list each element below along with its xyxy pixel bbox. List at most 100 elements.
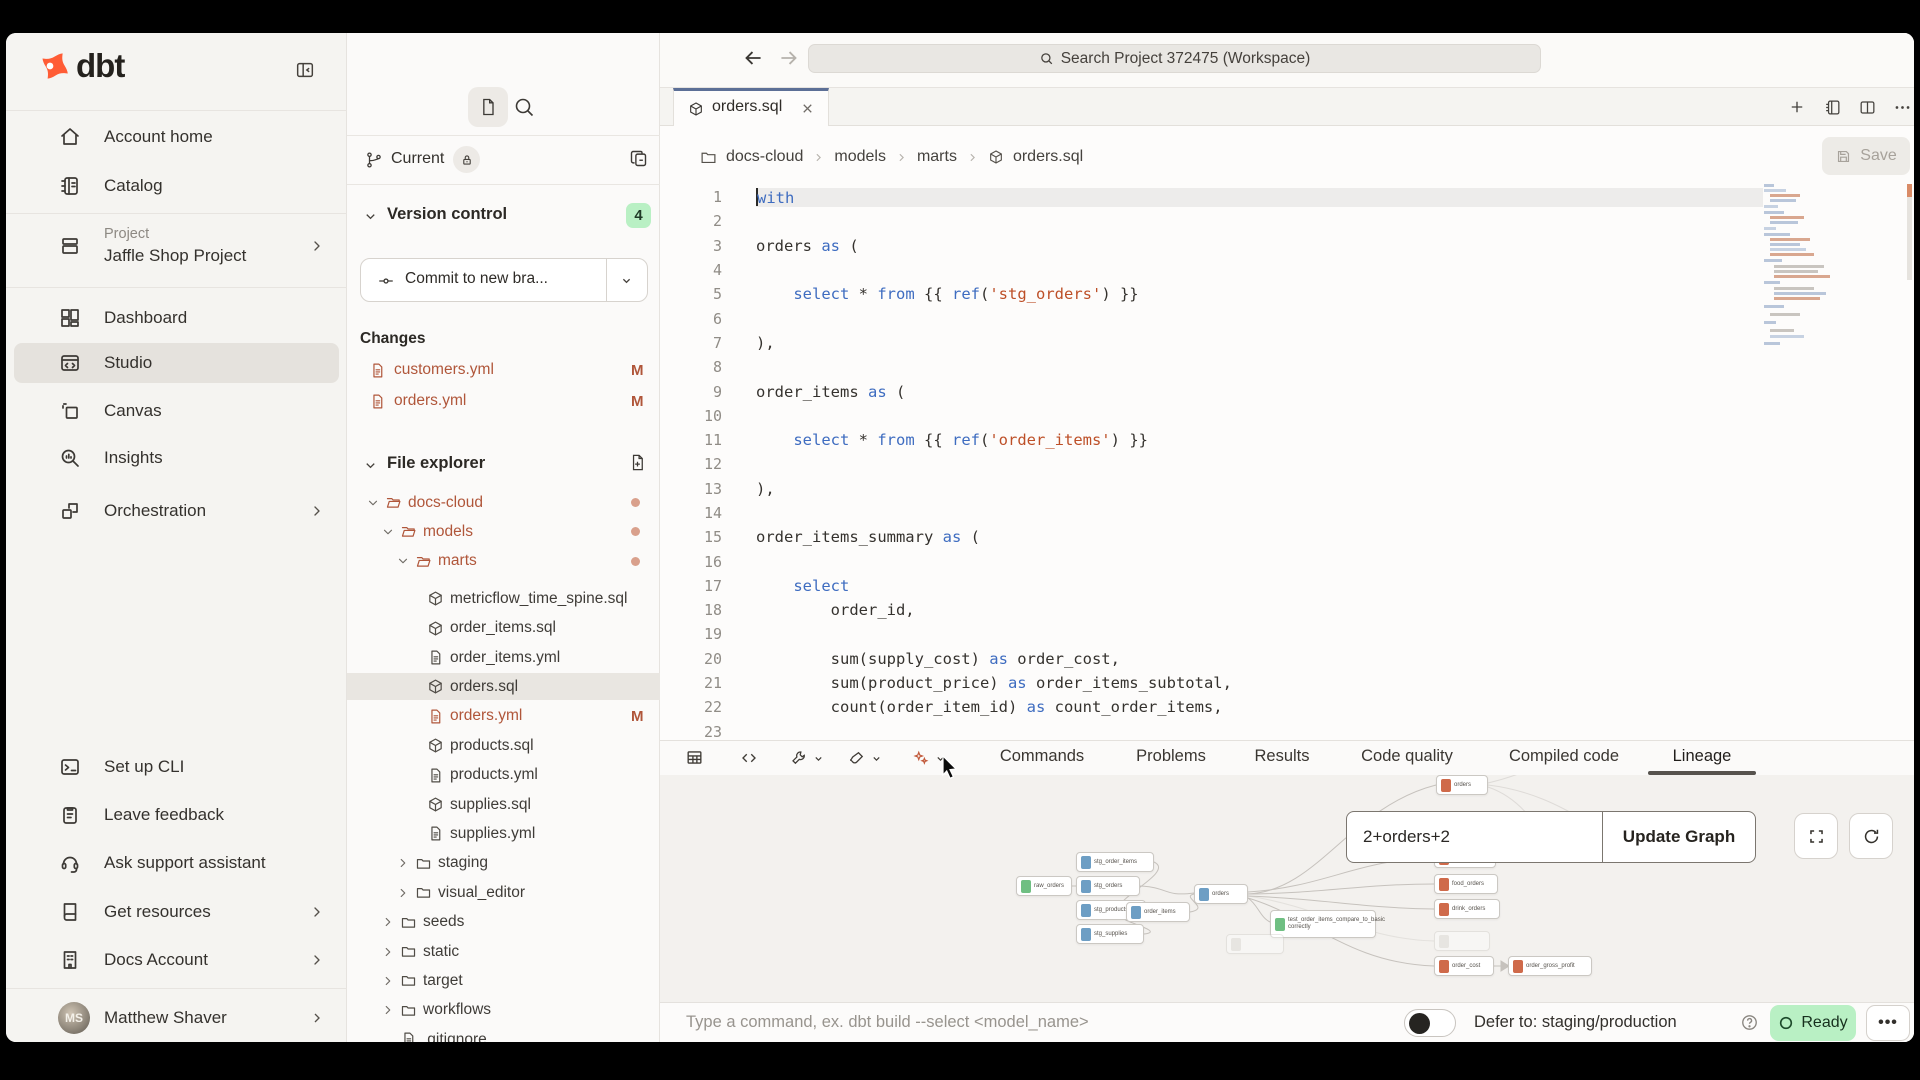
breadcrumb-item[interactable]: marts	[917, 148, 957, 166]
code-line-22[interactable]: 22 count(order_item_id) as count_order_i…	[660, 695, 1914, 719]
sidebar-item-get-resources[interactable]: Get resources	[6, 892, 347, 932]
chevron-right-icon[interactable]	[381, 1003, 395, 1017]
tree-item-order_items.sql[interactable]: order_items.sql	[347, 615, 660, 642]
sparkles-caret-icon[interactable]	[934, 752, 947, 765]
bottom-tab-code-quality[interactable]: Code quality	[1361, 747, 1453, 766]
commit-options-caret-icon[interactable]	[619, 273, 634, 288]
lineage-node-orders_top[interactable]: orders	[1436, 775, 1488, 795]
tree-item-static[interactable]: static	[347, 938, 660, 965]
code-line-14[interactable]: 14	[660, 501, 1914, 525]
code-line-23[interactable]: 23	[660, 720, 1914, 741]
code-line-16[interactable]: 16	[660, 549, 1914, 573]
code-line-6[interactable]: 6	[660, 306, 1914, 330]
lineage-node-order_items[interactable]: order_items	[1126, 902, 1190, 922]
tree-item-marts[interactable]: marts	[347, 548, 660, 575]
tree-item-products.yml[interactable]: products.yml	[347, 762, 660, 789]
code-line-18[interactable]: 18 order_id,	[660, 598, 1914, 622]
wrench-caret-icon[interactable]	[812, 752, 825, 765]
bottom-tab-results[interactable]: Results	[1254, 747, 1309, 766]
minimap[interactable]	[1764, 184, 1860, 362]
chevron-down-icon[interactable]	[381, 525, 395, 539]
chevron-right-icon[interactable]	[396, 886, 410, 900]
code-line-9[interactable]: 9order_items as (	[660, 379, 1914, 403]
save-button[interactable]: Save	[1822, 137, 1910, 175]
sidebar-item-studio[interactable]: Studio	[14, 343, 339, 383]
tree-item-seeds[interactable]: seeds	[347, 909, 660, 936]
code-line-13[interactable]: 13),	[660, 477, 1914, 501]
project-search-input[interactable]: Search Project 372475 (Workspace)	[808, 44, 1541, 73]
lineage-node-stg_orders[interactable]: stg_orders	[1076, 876, 1140, 896]
bottom-tab-compiled-code[interactable]: Compiled code	[1509, 747, 1619, 766]
chevron-right-icon[interactable]	[381, 945, 395, 959]
update-graph-button[interactable]: Update Graph	[1603, 812, 1755, 862]
status-overflow-button[interactable]: •••	[1866, 1005, 1910, 1041]
tree-item-docs-cloud[interactable]: docs-cloud	[347, 489, 660, 516]
lineage-node-ghost2[interactable]	[1434, 931, 1490, 951]
tree-item-target[interactable]: target	[347, 967, 660, 994]
code-line-12[interactable]: 12	[660, 452, 1914, 476]
lineage-node-ghost1[interactable]	[1226, 934, 1284, 954]
chevron-down-icon[interactable]	[366, 496, 380, 510]
breadcrumb-item[interactable]: models	[834, 148, 886, 166]
status-ready-badge[interactable]: Ready	[1770, 1005, 1856, 1041]
copy-branch-icon[interactable]	[628, 148, 649, 169]
sidebar-item-user[interactable]: MS Matthew Shaver	[6, 998, 347, 1038]
format-brush-icon[interactable]	[848, 749, 866, 767]
code-line-17[interactable]: 17 select	[660, 574, 1914, 598]
lineage-selector-input[interactable]: 2+orders+2	[1347, 812, 1603, 862]
code-editor[interactable]: 1with2 3orders as (4 5 select * from {{ …	[660, 185, 1914, 741]
lineage-node-test_node[interactable]: test_order_items_compare_to_basic correc…	[1270, 910, 1376, 938]
tree-item-models[interactable]: models	[347, 518, 660, 545]
changed-file-customers.yml[interactable]: customers.ymlM	[347, 355, 660, 385]
breadcrumb-item[interactable]: docs-cloud	[726, 148, 803, 166]
tree-item-metricflow_time_spine.sql[interactable]: metricflow_time_spine.sql	[347, 585, 660, 612]
changed-file-orders.yml[interactable]: orders.ymlM	[347, 386, 660, 416]
back-icon[interactable]	[740, 45, 766, 71]
lineage-node-stg_order_items[interactable]: stg_order_items	[1076, 852, 1154, 872]
commit-button[interactable]: Commit to new bra...	[360, 258, 648, 302]
build-wrench-icon[interactable]	[790, 749, 808, 767]
files-view-button[interactable]	[468, 87, 508, 127]
tree-item-products.sql[interactable]: products.sql	[347, 732, 660, 759]
search-files-icon[interactable]	[512, 95, 536, 119]
results-table-icon[interactable]	[685, 748, 704, 767]
ai-sparkles-icon[interactable]	[912, 749, 930, 767]
code-line-19[interactable]: 19	[660, 622, 1914, 646]
fullscreen-button[interactable]	[1794, 813, 1838, 859]
sidebar-item-ask-support-assistant[interactable]: Ask support assistant	[6, 843, 347, 883]
sidebar-item-dashboard[interactable]: Dashboard	[6, 298, 347, 338]
code-line-3[interactable]: 3orders as (	[660, 234, 1914, 258]
code-icon[interactable]	[740, 749, 758, 767]
sidebar-item-leave-feedback[interactable]: Leave feedback	[6, 795, 347, 835]
code-line-10[interactable]: 10	[660, 404, 1914, 428]
code-line-20[interactable]: 20 sum(supply_cost) as order_cost,	[660, 647, 1914, 671]
tree-item-orders.sql[interactable]: orders.sql	[347, 673, 660, 700]
code-line-8[interactable]: 8	[660, 355, 1914, 379]
lineage-node-order_cost[interactable]: order_cost	[1434, 956, 1494, 976]
sidebar-item-account-home[interactable]: Account home	[6, 117, 347, 157]
tree-item-.gitignore[interactable]: .gitignore	[347, 1026, 660, 1042]
chevron-right-icon[interactable]	[381, 915, 395, 929]
more-options-icon[interactable]	[1893, 98, 1912, 117]
close-tab-icon[interactable]	[800, 101, 815, 116]
forward-icon[interactable]	[776, 45, 802, 71]
breadcrumb-item[interactable]: orders.sql	[1013, 148, 1083, 166]
code-line-2[interactable]: 2	[660, 209, 1914, 233]
code-line-11[interactable]: 11 select * from {{ ref('order_items') }…	[660, 428, 1914, 452]
tab-orders-sql[interactable]: orders.sql	[673, 88, 829, 126]
sidebar-item-insights[interactable]: Insights	[6, 438, 347, 478]
refresh-graph-button[interactable]	[1849, 813, 1893, 859]
tree-item-supplies.sql[interactable]: supplies.sql	[347, 791, 660, 818]
code-line-4[interactable]: 4	[660, 258, 1914, 282]
lineage-node-drink_orders[interactable]: drink_orders	[1434, 899, 1500, 919]
code-line-7[interactable]: 7),	[660, 331, 1914, 355]
lineage-node-order_gross_profit[interactable]: order_gross_profit	[1508, 956, 1592, 976]
bottom-tab-commands[interactable]: Commands	[1000, 747, 1084, 766]
chevron-right-icon[interactable]	[396, 856, 410, 870]
sidebar-item-catalog[interactable]: Catalog	[6, 166, 347, 206]
sidebar-item-jaffle-shop-project[interactable]: ProjectJaffle Shop Project	[6, 218, 347, 274]
sidebar-item-canvas[interactable]: Canvas	[6, 391, 347, 431]
bottom-tab-problems[interactable]: Problems	[1136, 747, 1206, 766]
tree-item-visual_editor[interactable]: visual_editor	[347, 879, 660, 906]
code-line-1[interactable]: 1with	[660, 185, 1914, 209]
